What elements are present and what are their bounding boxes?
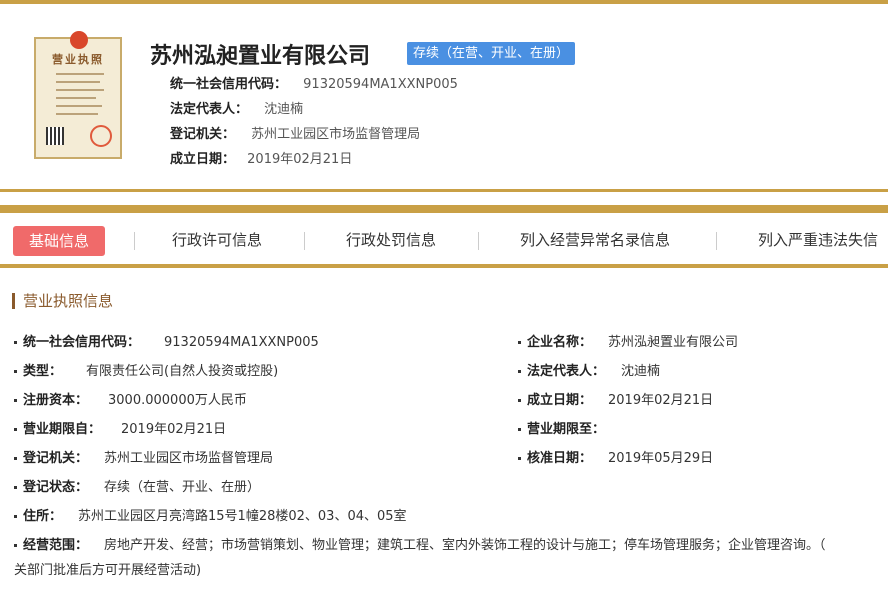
field-value: 苏州工业园区月亮湾路15号1幢28楼02、03、04、05室	[78, 509, 407, 524]
qr-code-icon	[46, 127, 64, 145]
header-registration-authority: 登记机关： 苏州工业园区市场监督管理局	[170, 123, 420, 142]
license-image-title: 营业执照	[52, 53, 104, 66]
tab-serious-violation[interactable]: 列入严重违法失信	[758, 218, 878, 262]
license-text-line	[56, 73, 104, 75]
company-name: 苏州泓昶置业有限公司	[150, 44, 371, 69]
info-type: 类型： 有限责任公司(自然人投资或控股)	[14, 360, 278, 379]
tab-separator	[716, 232, 717, 250]
license-text-line	[56, 89, 104, 91]
bullet-icon	[14, 370, 17, 373]
field-label: 登记机关：	[23, 451, 89, 466]
tab-separator	[304, 232, 305, 250]
field-value: 2019年02月21日	[608, 393, 714, 408]
info-term-from: 营业期限自： 2019年02月21日	[14, 418, 226, 437]
field-value: 苏州工业园区市场监督管理局	[104, 451, 274, 466]
header-established-date: 成立日期： 2019年02月21日	[170, 148, 352, 167]
bullet-icon	[14, 544, 17, 547]
field-value: 有限责任公司(自然人投资或控股)	[86, 364, 279, 379]
tab-basic-info[interactable]: 基础信息	[13, 226, 106, 256]
field-value: 91320594MA1XXNP005	[164, 335, 319, 350]
field-label: 成立日期：	[527, 393, 593, 408]
info-business-scope-continued: 关部门批准后方可开展经营活动)	[14, 563, 202, 578]
info-term-to: 营业期限至：	[518, 418, 621, 437]
field-label: 营业期限自：	[23, 422, 102, 437]
section-title: 营业执照信息	[12, 293, 113, 309]
license-text-line	[56, 105, 102, 107]
tab-separator	[478, 232, 479, 250]
field-value: 沈迪楠	[621, 364, 661, 379]
field-value: 91320594MA1XXNP005	[303, 77, 458, 92]
status-badge: 存续（在营、开业、在册）	[407, 42, 576, 65]
field-label: 企业名称：	[527, 335, 593, 350]
field-value: 存续（在营、开业、在册）	[104, 480, 261, 495]
info-registration-authority: 登记机关： 苏州工业园区市场监督管理局	[14, 447, 273, 466]
field-label: 登记状态：	[23, 480, 89, 495]
field-value: 2019年05月29日	[608, 451, 714, 466]
tab-bar: 基础信息 行政许可信息 行政处罚信息 列入经营异常名录信息 列入严重违法失信	[0, 218, 888, 262]
field-label: 登记机关：	[170, 127, 236, 142]
bullet-icon	[518, 341, 521, 344]
tabs-bottom-border	[0, 264, 888, 268]
bullet-icon	[518, 428, 521, 431]
field-value: 沈迪楠	[264, 102, 304, 117]
field-value: 3000.000000万人民币	[108, 393, 247, 408]
bullet-icon	[518, 370, 521, 373]
bullet-icon	[518, 457, 521, 460]
top-border	[0, 0, 888, 4]
field-value: 2019年02月21日	[121, 422, 227, 437]
bullet-icon	[14, 515, 17, 518]
national-emblem-icon	[70, 31, 88, 49]
field-label: 统一社会信用代码：	[170, 77, 288, 92]
tab-separator	[134, 232, 135, 250]
info-address: 住所： 苏州工业园区月亮湾路15号1幢28楼02、03、04、05室	[14, 505, 407, 524]
info-approval-date: 核准日期： 2019年05月29日	[518, 447, 713, 466]
field-label: 统一社会信用代码：	[23, 335, 141, 350]
field-value: 苏州工业园区市场监督管理局	[251, 127, 421, 142]
bullet-icon	[518, 399, 521, 402]
field-value: 房地产开发、经营；市场营销策划、物业管理；建筑工程、室内外装饰工程的设计与施工；…	[104, 538, 826, 553]
tab-admin-license[interactable]: 行政许可信息	[172, 218, 262, 262]
field-label: 法定代表人：	[527, 364, 606, 379]
info-business-scope: 经营范围： 房地产开发、经营；市场营销策划、物业管理；建筑工程、室内外装饰工程的设…	[14, 534, 888, 553]
field-value: 2019年02月21日	[247, 152, 353, 167]
info-registered-capital: 注册资本： 3000.000000万人民币	[14, 389, 247, 408]
field-label: 住所：	[23, 509, 63, 524]
license-text-line	[56, 113, 98, 115]
bullet-icon	[14, 457, 17, 460]
info-registration-status: 登记状态： 存续（在营、开业、在册）	[14, 476, 260, 495]
field-value: 苏州泓昶置业有限公司	[608, 335, 739, 350]
seal-icon	[90, 125, 112, 147]
field-label: 类型：	[23, 364, 63, 379]
field-label: 核准日期：	[527, 451, 593, 466]
field-label: 法定代表人：	[170, 102, 249, 117]
business-license-image[interactable]: 营业执照	[34, 31, 122, 159]
license-text-line	[56, 81, 100, 83]
license-text-line	[56, 97, 96, 99]
bullet-icon	[14, 341, 17, 344]
info-legal-rep: 法定代表人： 沈迪楠	[518, 360, 660, 379]
field-label: 成立日期：	[170, 152, 236, 167]
tabs-top-border	[0, 205, 888, 213]
field-label: 经营范围：	[23, 538, 89, 553]
header-legal-rep: 法定代表人： 沈迪楠	[170, 98, 303, 117]
bullet-icon	[14, 428, 17, 431]
bullet-icon	[14, 399, 17, 402]
field-label: 注册资本：	[23, 393, 89, 408]
info-company-name: 企业名称： 苏州泓昶置业有限公司	[518, 331, 738, 350]
bullet-icon	[14, 486, 17, 489]
field-label: 营业期限至：	[527, 422, 606, 437]
header-credit-code: 统一社会信用代码： 91320594MA1XXNP005	[170, 73, 458, 92]
header-divider	[0, 189, 888, 192]
info-credit-code: 统一社会信用代码： 91320594MA1XXNP005	[14, 331, 319, 350]
tab-admin-penalty[interactable]: 行政处罚信息	[346, 218, 436, 262]
tab-abnormal-operation[interactable]: 列入经营异常名录信息	[520, 218, 670, 262]
info-established-date: 成立日期： 2019年02月21日	[518, 389, 713, 408]
